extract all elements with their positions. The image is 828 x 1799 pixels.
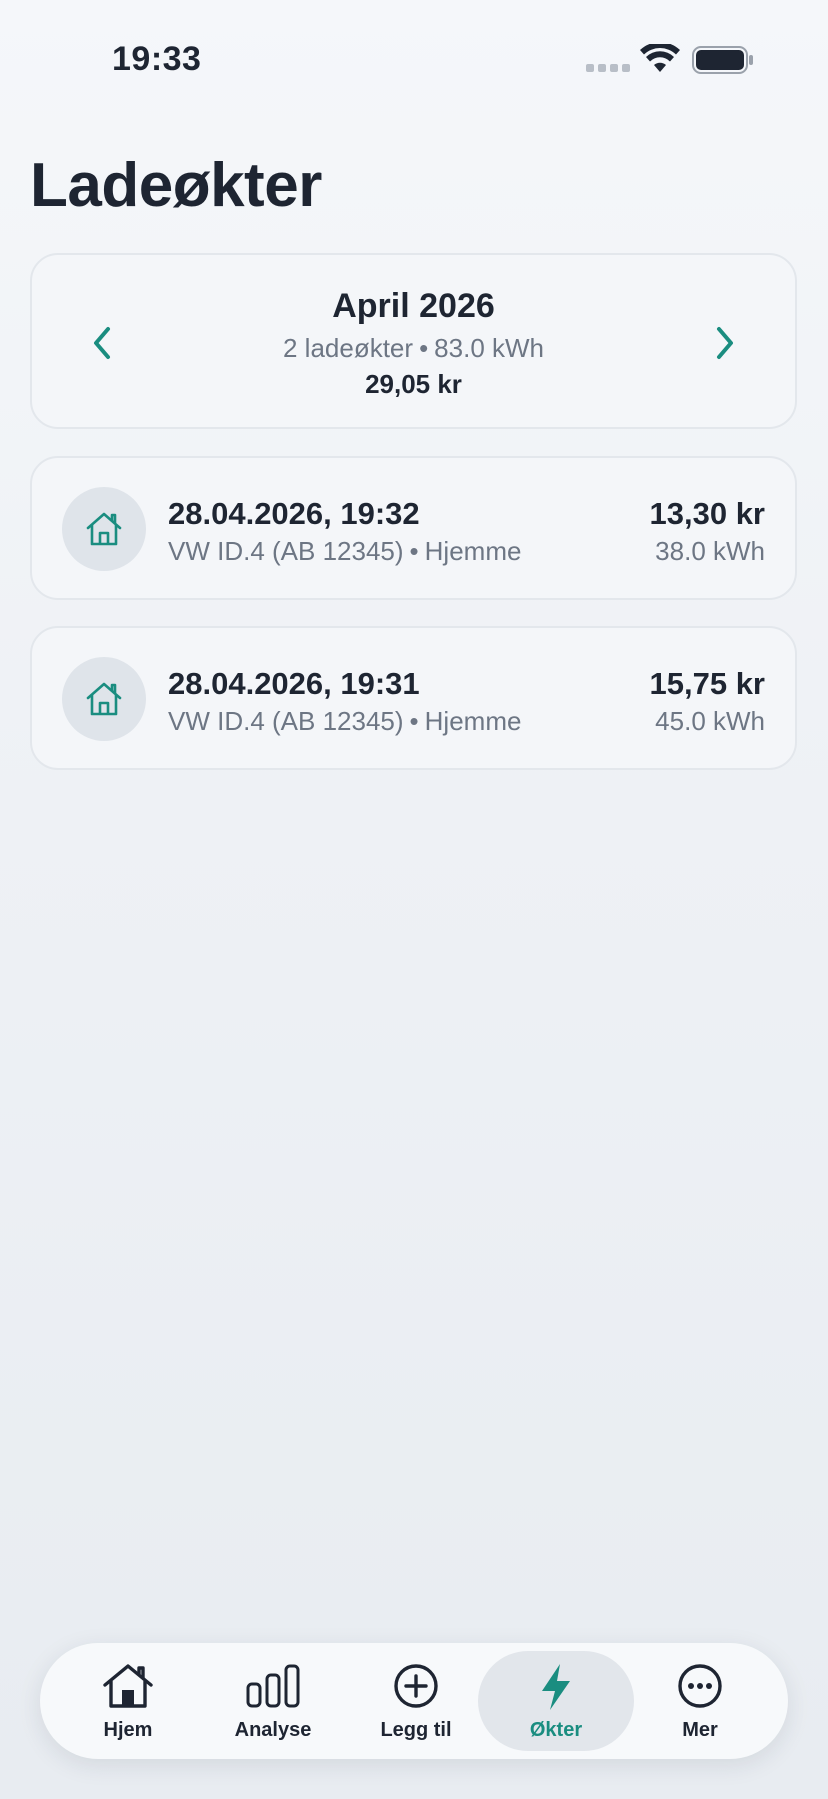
- session-energy: 45.0 kWh: [655, 706, 765, 736]
- battery-icon: [692, 46, 753, 74]
- next-month-button[interactable]: [695, 313, 755, 373]
- tab-bar: Hjem Analyse Legg til Økter Mer: [40, 1643, 788, 1759]
- session-card[interactable]: 28.04.2026, 19:31 VW ID.4 (AB 12345) • Hje…: [30, 626, 797, 770]
- session-date: 28.04.2026, 19:32: [168, 496, 420, 531]
- chevron-right-icon: [717, 327, 733, 359]
- session-card[interactable]: 28.04.2026, 19:32 VW ID.4 (AB 12345) • Hje…: [30, 456, 797, 600]
- home-icon: [103, 1664, 153, 1708]
- tab-label: Økter: [529, 1719, 583, 1741]
- month-summary: 2 ladeøkter • 83.0 kWh: [32, 333, 795, 364]
- month-energy: 83.0 kWh: [434, 333, 544, 363]
- session-price: 15,75 kr: [649, 666, 766, 701]
- home-icon: [86, 512, 122, 546]
- session-details: VW ID.4 (AB 12345) • Hjemme: [168, 706, 521, 737]
- tab-hjem[interactable]: Hjem: [50, 1651, 206, 1751]
- session-location-badge: [62, 487, 146, 571]
- tab-okter[interactable]: Økter: [478, 1651, 634, 1751]
- tab-mer[interactable]: Mer: [622, 1651, 778, 1751]
- session-date: 28.04.2026, 19:31: [168, 666, 420, 701]
- separator-dot: •: [409, 536, 419, 566]
- month-summary-card: April 2026 2 ladeøkter • 83.0 kWh 29,05 kr: [30, 253, 797, 429]
- separator-dot: •: [409, 706, 419, 736]
- session-vehicle: VW ID.4 (AB 12345): [168, 706, 404, 736]
- tab-legg-til[interactable]: Legg til: [338, 1651, 494, 1751]
- cellular-signal-icon: [586, 64, 630, 72]
- wifi-icon: [640, 44, 680, 72]
- status-time: 19:33: [112, 40, 202, 78]
- tab-label: Hjem: [103, 1719, 153, 1741]
- month-total-cost: 29,05 kr: [365, 369, 462, 399]
- session-vehicle: VW ID.4 (AB 12345): [168, 536, 404, 566]
- session-location-badge: [62, 657, 146, 741]
- page-title: Ladeøkter: [30, 151, 322, 220]
- more-icon: [678, 1664, 722, 1708]
- plus-circle-icon: [394, 1664, 438, 1708]
- bar-chart-icon: [246, 1664, 300, 1708]
- lightning-icon: [542, 1664, 570, 1710]
- session-location: Hjemme: [424, 706, 522, 736]
- separator-dot: •: [419, 333, 429, 363]
- session-details: VW ID.4 (AB 12345) • Hjemme: [168, 536, 521, 567]
- tab-label: Analyse: [234, 1719, 312, 1741]
- tab-label: Legg til: [380, 1719, 452, 1741]
- tab-analyse[interactable]: Analyse: [195, 1651, 351, 1751]
- status-bar: 19:33: [0, 0, 828, 120]
- session-price: 13,30 kr: [649, 496, 766, 531]
- month-title: April 2026: [332, 287, 495, 325]
- home-icon: [86, 682, 122, 716]
- month-session-count: 2 ladeøkter: [282, 333, 414, 363]
- tab-label: Mer: [682, 1719, 718, 1741]
- session-energy: 38.0 kWh: [655, 536, 765, 566]
- session-location: Hjemme: [424, 536, 522, 566]
